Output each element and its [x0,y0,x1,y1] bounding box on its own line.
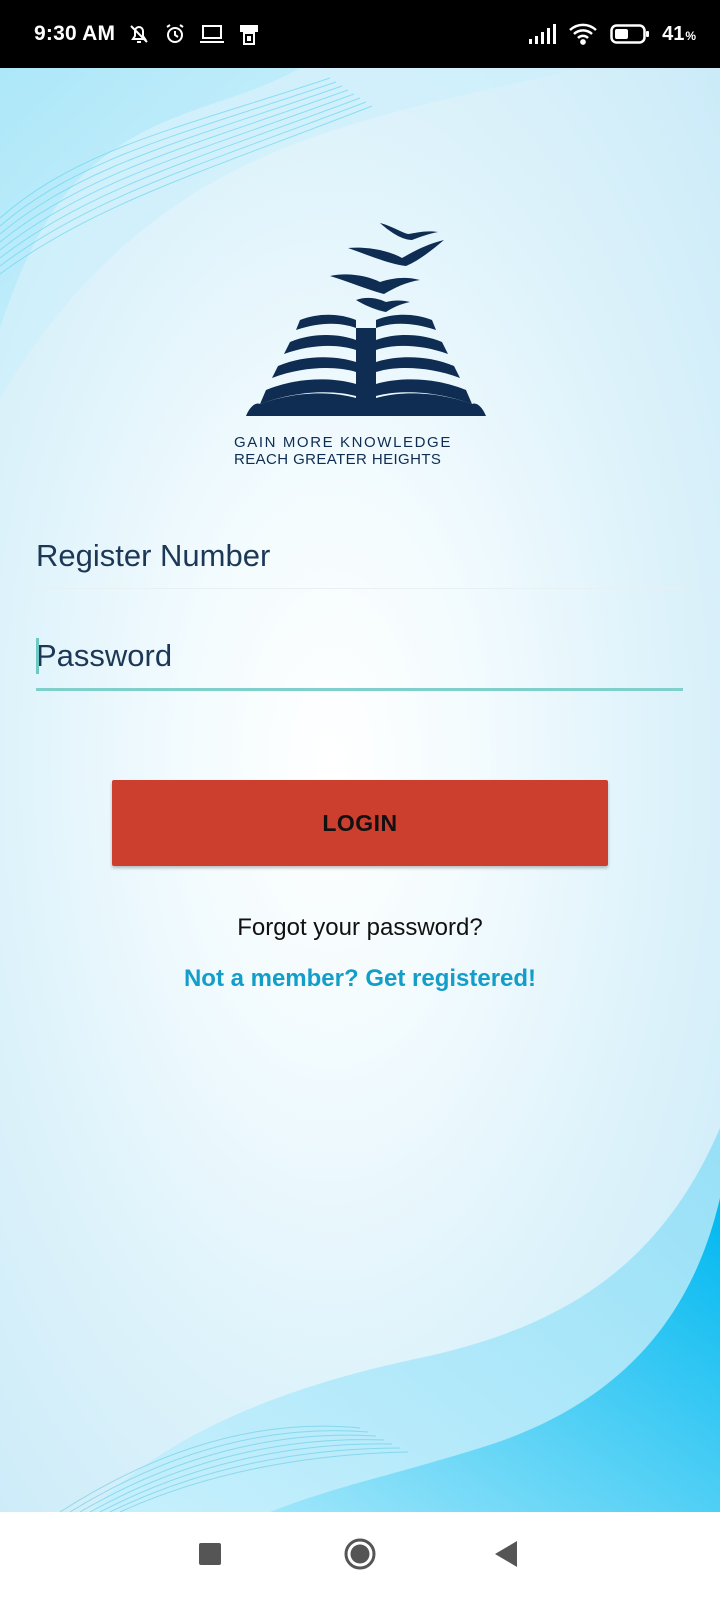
password-input[interactable] [36,634,683,678]
login-button[interactable]: LOGIN [112,780,608,866]
wifi-icon [568,22,598,46]
register-number-underline [36,588,683,589]
laptop-icon [199,23,225,45]
back-icon [495,1540,517,1572]
login-screen: GAIN MORE KNOWLEDGE REACH GREATER HEIGHT… [0,68,720,1512]
text-cursor [36,638,39,674]
college-logo [230,220,490,460]
password-underline [36,688,683,691]
alarm-icon [163,22,187,46]
home-button[interactable] [320,1512,400,1600]
battery-percent: 41% [662,22,696,45]
home-icon [343,1537,377,1576]
navigation-bar [0,1512,720,1600]
logo-tagline-1: GAIN MORE KNOWLEDGE [234,434,452,451]
register-number-field [36,534,683,589]
mute-bell-icon [127,22,151,46]
nfc-phone-icon [237,22,261,46]
register-link[interactable]: Not a member? Get registered! [0,965,720,993]
signal-icon [528,23,557,45]
status-time: 9:30 AM [34,22,116,45]
password-field [36,634,683,691]
recents-button[interactable] [170,1512,250,1600]
battery-icon [610,23,650,45]
logo-tagline-2: REACH GREATER HEIGHTS [234,451,442,468]
status-left: 9:30 AM [34,22,261,46]
forgot-password-link[interactable]: Forgot your password? [0,914,720,942]
back-button[interactable] [466,1512,546,1600]
status-right: 41% [528,22,696,46]
register-number-input[interactable] [36,534,683,578]
recents-icon [199,1542,221,1570]
status-bar: 9:30 AM 41% [0,0,720,68]
